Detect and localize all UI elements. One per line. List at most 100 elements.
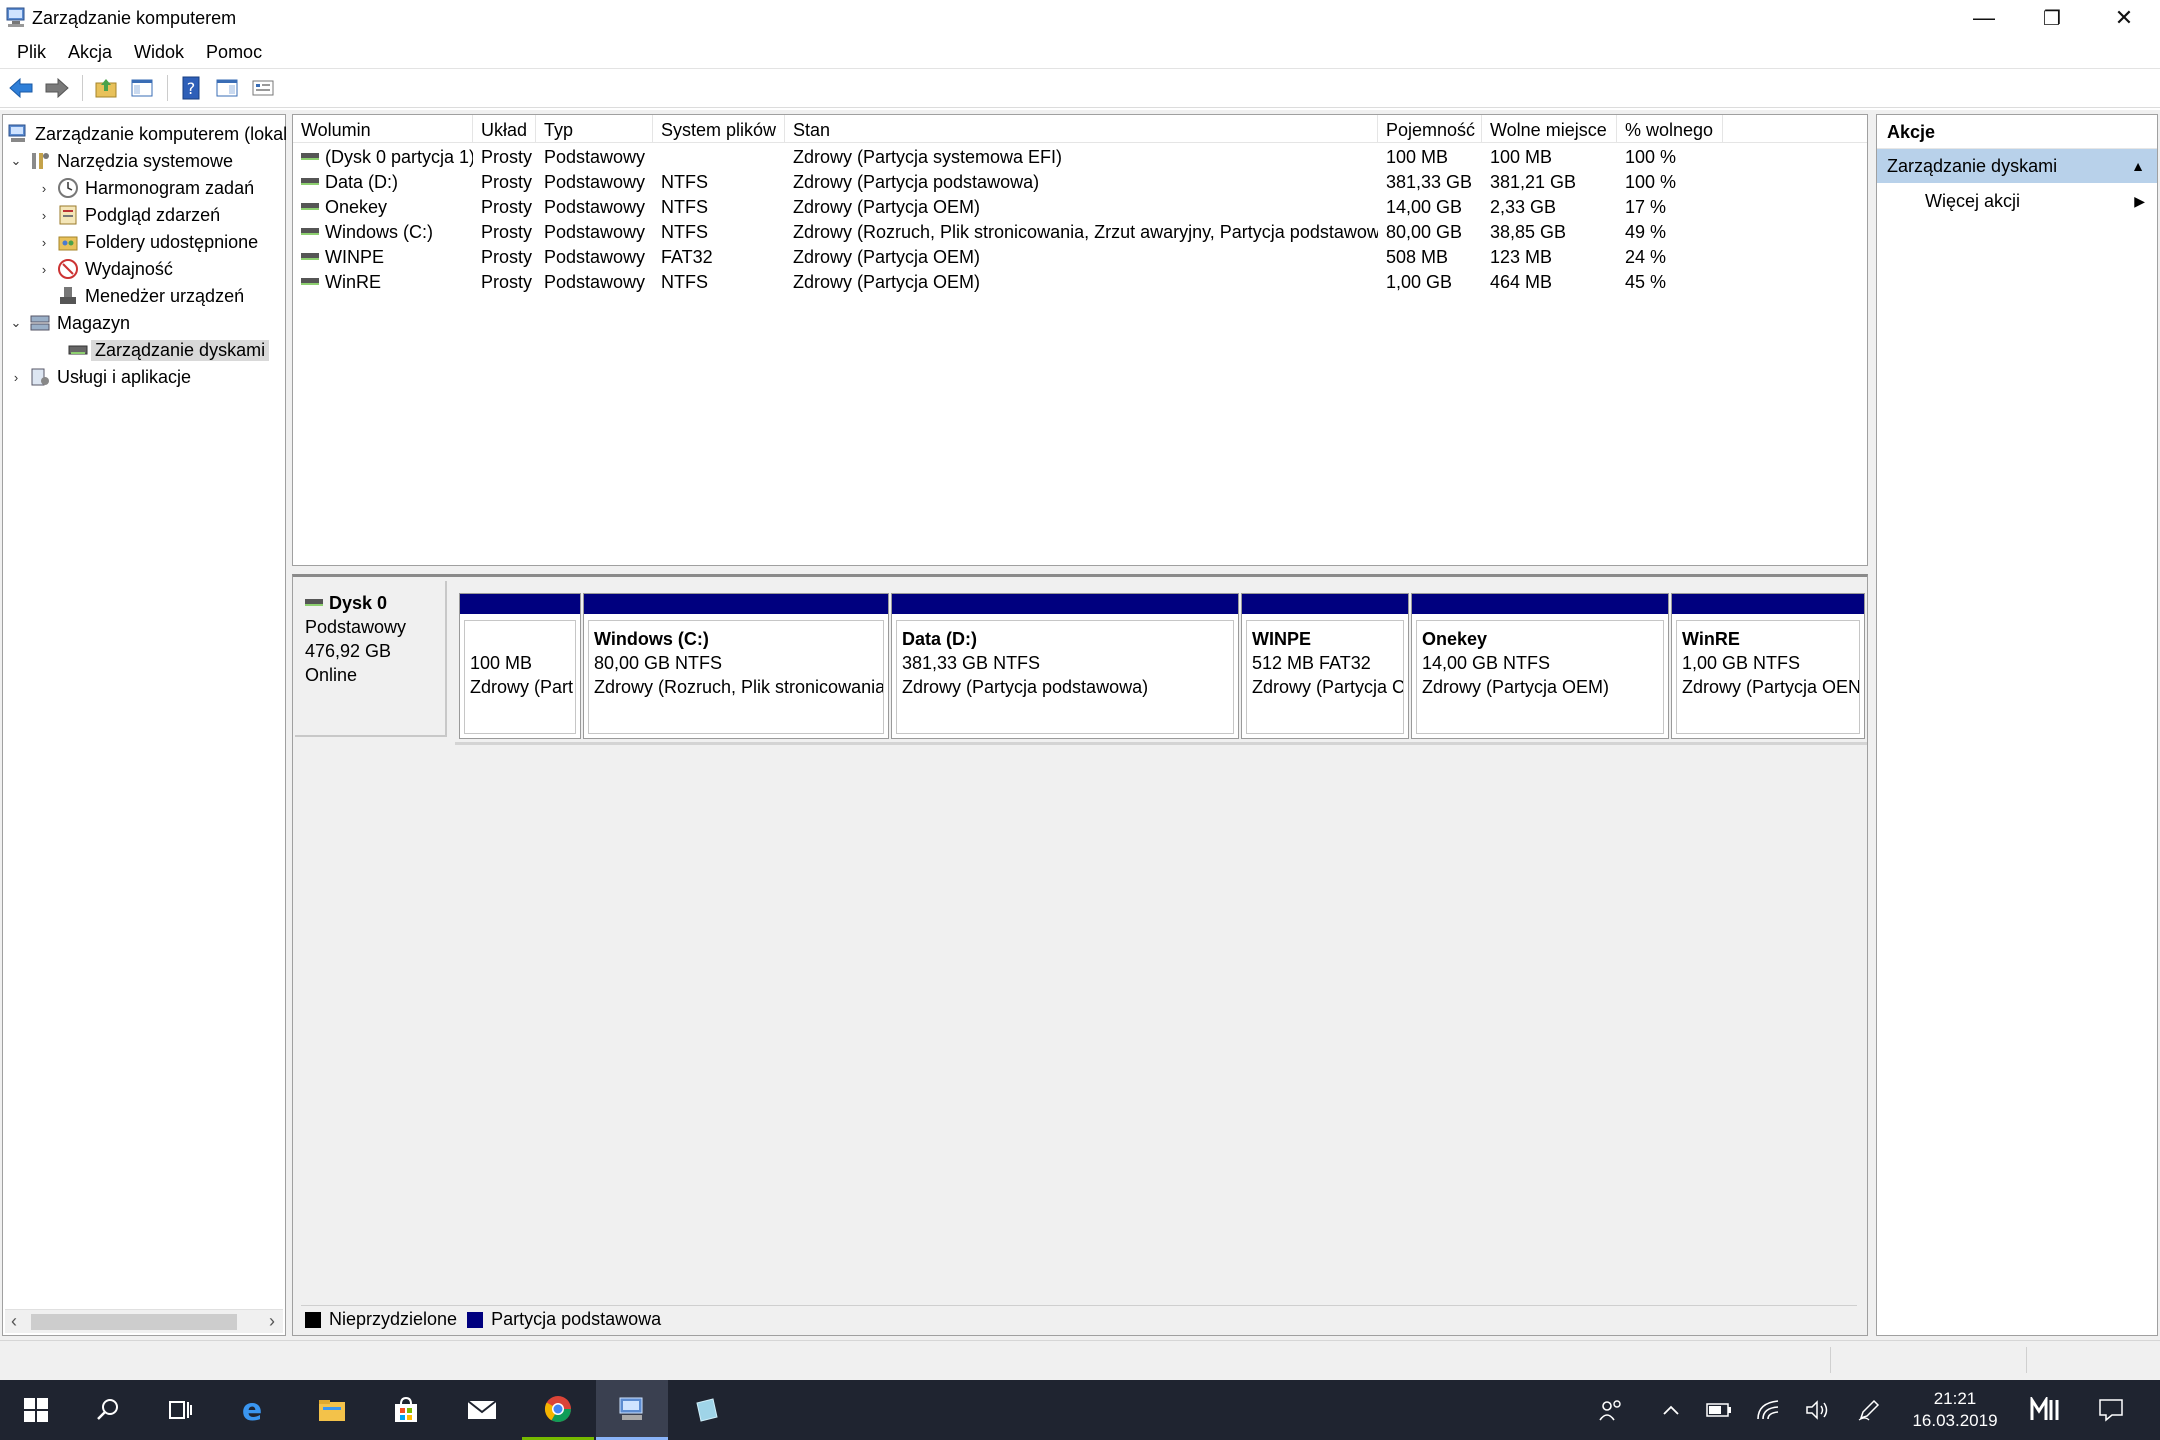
menu-widok[interactable]: Widok xyxy=(123,42,195,63)
cell-type: Podstawowy xyxy=(544,197,646,217)
table-row[interactable]: Data (D:) Prosty Podstawowy NTFS Zdrowy … xyxy=(293,170,1867,195)
file-explorer-button[interactable] xyxy=(296,1380,368,1440)
tree-item-disk-management[interactable]: Zarządzanie dyskami xyxy=(67,337,270,363)
chevron-down-icon[interactable]: ⌄ xyxy=(7,315,25,331)
cell-filesystem: NTFS xyxy=(661,222,708,242)
action-center-button[interactable] xyxy=(2088,1380,2134,1440)
column-header-free-space[interactable]: Wolne miejsce xyxy=(1482,115,1617,143)
pen-workspace-button[interactable] xyxy=(1846,1380,1892,1440)
tree-item-performance[interactable]: › Wydajność xyxy=(35,256,173,282)
forward-button[interactable] xyxy=(40,72,74,104)
people-button[interactable] xyxy=(1588,1380,1634,1440)
partition-winpe[interactable]: WINPE 512 MB FAT32 Zdrowy (Partycja C xyxy=(1241,593,1409,739)
partition-windows[interactable]: Windows (C:) 80,00 GB NTFS Zdrowy (Rozru… xyxy=(583,593,889,739)
tree-item-root[interactable]: Zarządzanie komputerem (lokal xyxy=(7,121,287,147)
actions-section-disk-management[interactable]: Zarządzanie dyskami ▲ xyxy=(1877,149,2157,183)
scroll-left-icon[interactable]: ‹ xyxy=(11,1311,17,1332)
column-header-layout[interactable]: Układ xyxy=(473,115,536,143)
chevron-up-icon xyxy=(1663,1405,1679,1415)
tree-horizontal-scrollbar[interactable]: ‹ › xyxy=(5,1309,283,1333)
column-header-type[interactable]: Typ xyxy=(536,115,653,143)
scroll-right-icon[interactable]: › xyxy=(269,1311,275,1332)
properties-button[interactable] xyxy=(246,72,280,104)
menu-akcja[interactable]: Akcja xyxy=(57,42,123,63)
volume-icon xyxy=(301,178,319,185)
cell-type: Podstawowy xyxy=(544,247,646,267)
taskbar-clock[interactable]: 21:21 16.03.2019 xyxy=(1900,1388,2010,1432)
column-header-percent-free[interactable]: % wolnego xyxy=(1617,115,1723,143)
disk-row-divider xyxy=(455,742,1867,745)
partition-status: Zdrowy (Rozruch, Plik stronicowania xyxy=(594,677,884,697)
cell-layout: Prosty xyxy=(481,272,533,292)
start-button[interactable] xyxy=(0,1380,72,1440)
menu-plik[interactable]: Plik xyxy=(6,42,57,63)
status-separator xyxy=(1830,1347,1831,1373)
column-header-capacity[interactable]: Pojemność xyxy=(1378,115,1482,143)
partition-onekey[interactable]: Onekey 14,00 GB NTFS Zdrowy (Partycja OE… xyxy=(1411,593,1669,739)
network-button[interactable] xyxy=(1746,1380,1792,1440)
table-row[interactable]: WinRE Prosty Podstawowy NTFS Zdrowy (Par… xyxy=(293,270,1867,295)
search-button[interactable] xyxy=(72,1380,144,1440)
actions-title: Akcje xyxy=(1877,115,2157,149)
chevron-right-icon[interactable]: › xyxy=(35,235,53,250)
show-action-pane-button[interactable] xyxy=(210,72,244,104)
scrollbar-thumb[interactable] xyxy=(31,1314,237,1330)
tree-item-label: Foldery udostępnione xyxy=(85,231,259,252)
input-method-button[interactable] xyxy=(2022,1380,2070,1440)
partition-efi[interactable]: 100 MB Zdrowy (Part xyxy=(459,593,581,739)
battery-button[interactable] xyxy=(1696,1380,1742,1440)
column-header-status[interactable]: Stan xyxy=(785,115,1378,143)
tree-item-system-tools[interactable]: ⌄ Narzędzia systemowe xyxy=(7,148,234,174)
cell-status: Zdrowy (Partycja OEM) xyxy=(793,272,981,292)
chevron-down-icon[interactable]: ⌄ xyxy=(7,153,25,169)
more-actions-item[interactable]: Więcej akcji ▶ xyxy=(1877,183,2157,219)
chevron-right-icon[interactable]: › xyxy=(7,370,25,385)
minimize-button[interactable]: — xyxy=(1950,0,2018,36)
cell-volume: WinRE xyxy=(293,270,473,295)
tree-item-shared-folders[interactable]: › Foldery udostępnione xyxy=(35,229,258,255)
restore-button[interactable]: ❐ xyxy=(2018,0,2086,36)
edge-button[interactable]: e xyxy=(216,1380,288,1440)
status-bar xyxy=(0,1340,2160,1380)
chevron-right-icon[interactable]: › xyxy=(35,181,53,196)
collapse-up-icon[interactable]: ▲ xyxy=(2131,149,2145,183)
mail-button[interactable] xyxy=(446,1380,518,1440)
chrome-button[interactable] xyxy=(522,1380,594,1440)
disk-0-label[interactable]: Dysk 0 Podstawowy 476,92 GB Online xyxy=(295,581,447,737)
partition-band xyxy=(1672,594,1864,614)
store-button[interactable] xyxy=(370,1380,442,1440)
task-view-button[interactable] xyxy=(144,1380,216,1440)
up-level-button[interactable] xyxy=(89,72,123,104)
column-header-filesystem[interactable]: System plików xyxy=(653,115,785,143)
tree-item-services-apps[interactable]: › Usługi i aplikacje xyxy=(7,364,191,390)
tree-item-event-viewer[interactable]: › Podgląd zdarzeń xyxy=(35,202,220,228)
edge-icon: e xyxy=(242,1395,262,1425)
help-button[interactable]: ? xyxy=(174,72,208,104)
partition-body: WINPE 512 MB FAT32 Zdrowy (Partycja C xyxy=(1246,620,1404,734)
table-row[interactable]: Onekey Prosty Podstawowy NTFS Zdrowy (Pa… xyxy=(293,195,1867,220)
back-button[interactable] xyxy=(4,72,38,104)
partition-winre[interactable]: WinRE 1,00 GB NTFS Zdrowy (Partycja OEN xyxy=(1671,593,1865,739)
partition-data[interactable]: Data (D:) 381,33 GB NTFS Zdrowy (Partycj… xyxy=(891,593,1239,739)
partition-size: 512 MB FAT32 xyxy=(1252,653,1371,673)
menu-pomoc[interactable]: Pomoc xyxy=(195,42,273,63)
tree-item-task-scheduler[interactable]: › Harmonogram zadań xyxy=(35,175,254,201)
tree-item-storage[interactable]: ⌄ Magazyn xyxy=(7,310,131,336)
column-header-volume[interactable]: Wolumin xyxy=(293,115,473,143)
table-row[interactable]: WINPE Prosty Podstawowy FAT32 Zdrowy (Pa… xyxy=(293,245,1867,270)
show-hidden-icons-button[interactable] xyxy=(1648,1380,1694,1440)
volume-button[interactable] xyxy=(1794,1380,1840,1440)
tree-item-device-manager[interactable]: Menedżer urządzeń xyxy=(57,283,244,309)
notepad-button[interactable] xyxy=(670,1380,742,1440)
event-viewer-icon xyxy=(59,205,77,225)
table-row[interactable]: (Dysk 0 partycja 1) Prosty Podstawowy Zd… xyxy=(293,145,1867,170)
store-icon xyxy=(395,1396,417,1422)
tree-item-label: Wydajność xyxy=(85,258,173,279)
tree-item-label: Harmonogram zadań xyxy=(85,177,255,198)
table-row[interactable]: Windows (C:) Prosty Podstawowy NTFS Zdro… xyxy=(293,220,1867,245)
show-hide-tree-button[interactable] xyxy=(125,72,159,104)
chevron-right-icon[interactable]: › xyxy=(35,262,53,277)
chevron-right-icon[interactable]: › xyxy=(35,208,53,223)
computer-management-taskbar-button[interactable] xyxy=(596,1380,668,1440)
close-button[interactable]: ✕ xyxy=(2090,0,2158,36)
